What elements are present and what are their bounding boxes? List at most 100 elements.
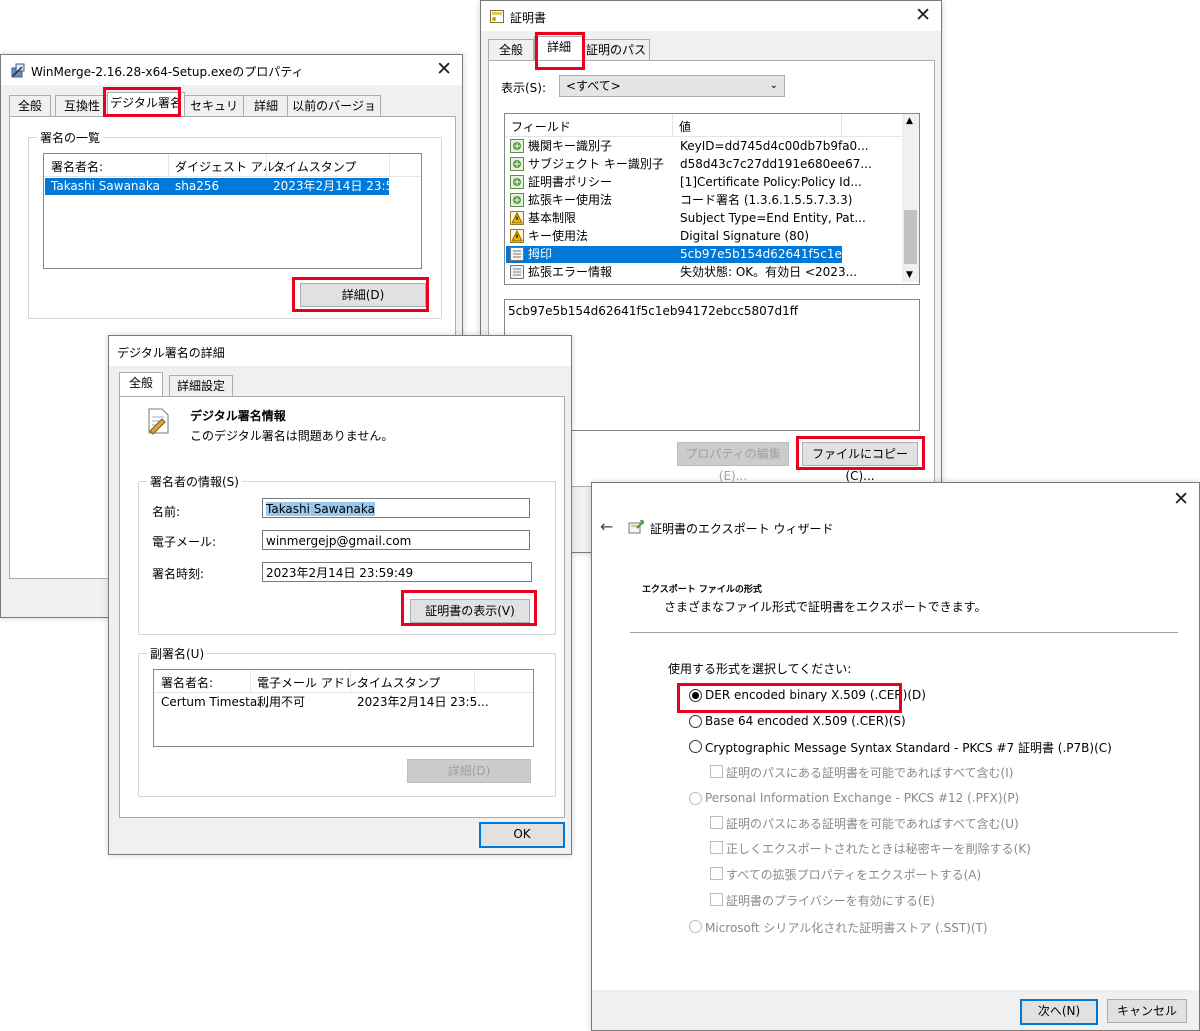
tab-advanced[interactable]: 詳細設定: [169, 375, 233, 396]
signature-details-panel: デジタル署名情報 このデジタル署名は問題ありません。 署名者の情報(S) 名前:…: [119, 396, 565, 818]
extension-icon: [510, 157, 524, 171]
show-select[interactable]: <すべて> ⌄: [559, 75, 785, 97]
col-digest[interactable]: ダイジェスト アル...: [175, 158, 286, 175]
value-detail-text: 5cb97e5b154d62641f5c1eb94172ebcc5807d1ff: [508, 304, 798, 318]
certificate-titlebar: 証明書 ✕: [481, 1, 941, 31]
countersignature-list[interactable]: 署名者名: 電子メール アドレ... タイムスタンプ Certum Timest…: [153, 669, 534, 747]
countersignature-header: 署名者名: 電子メール アドレ... タイムスタンプ: [154, 670, 533, 693]
view-certificate-button[interactable]: 証明書の表示(V): [410, 599, 530, 623]
col-signer[interactable]: 署名者名:: [161, 674, 213, 691]
field-value: Subject Type=End Entity, Pat...: [680, 211, 866, 225]
signature-details-titlebar: デジタル署名の詳細: [109, 336, 571, 366]
tab-details[interactable]: 詳細: [534, 36, 584, 60]
tab-compatibility[interactable]: 互換性: [55, 95, 109, 116]
scroll-down-icon[interactable]: ▼: [906, 270, 913, 280]
list-item-selected[interactable]: 拇印 5cb97e5b154d62641f5c1eb9...: [506, 246, 869, 263]
list-item[interactable]: キー使用法 Digital Signature (80): [506, 228, 900, 245]
extension-icon: [510, 139, 524, 153]
close-icon[interactable]: ✕: [915, 5, 931, 25]
countersignature-label: 副署名(U): [147, 645, 208, 662]
signature-list-label: 署名の一覧: [37, 129, 104, 146]
der-option-label[interactable]: DER encoded binary X.509 (.CER)(D): [705, 688, 926, 702]
tab-cert-path[interactable]: 証明のパス: [582, 39, 650, 60]
next-button[interactable]: 次へ(N): [1020, 999, 1098, 1025]
tab-digital-signature[interactable]: デジタル署名: [107, 92, 185, 116]
critical-extension-icon: [510, 211, 524, 225]
col-email[interactable]: 電子メール アドレ...: [257, 674, 368, 691]
p7b-include-chain-checkbox: [710, 765, 723, 778]
list-item[interactable]: サブジェクト キー識別子 d58d43c7c27dd191e680ee67...: [506, 156, 900, 173]
list-item[interactable]: 機関キー識別子 KeyID=dd745d4c00db7b9fa0...: [506, 138, 900, 155]
tab-general[interactable]: 全般: [488, 39, 534, 60]
countersignature-details-button: 詳細(D): [407, 759, 531, 783]
format-prompt: 使用する形式を選択してください:: [668, 662, 852, 676]
field-value: Digital Signature (80): [680, 229, 810, 243]
extension-icon: [510, 193, 524, 207]
scroll-up-icon[interactable]: ▲: [906, 116, 913, 126]
close-icon[interactable]: ✕: [1173, 489, 1189, 509]
p7b-option-label[interactable]: Cryptographic Message Syntax Standard - …: [705, 739, 1112, 756]
pfx-delete-key-checkbox: [710, 841, 723, 854]
tab-general[interactable]: 全般: [119, 372, 163, 396]
col-timestamp[interactable]: タイムスタンプ: [273, 158, 356, 175]
show-label: 表示(S):: [501, 81, 547, 95]
signature-info-heading: デジタル署名情報: [190, 409, 286, 423]
radio-base64[interactable]: [689, 715, 702, 728]
radio-pfx: [689, 792, 702, 805]
col-timestamp[interactable]: タイムスタンプ: [357, 674, 440, 691]
certificate-wizard-icon: [628, 520, 644, 534]
cell-digest: sha256: [175, 179, 220, 193]
radio-p7b[interactable]: [689, 740, 702, 753]
field-list-header: フィールド 値: [505, 114, 919, 137]
radio-der[interactable]: [689, 689, 702, 702]
tab-security[interactable]: セキュリティ: [183, 95, 245, 133]
property-icon: [510, 247, 524, 261]
copy-to-file-button[interactable]: ファイルにコピー(C)...: [802, 442, 918, 483]
ok-button[interactable]: OK: [479, 822, 565, 848]
scroll-thumb[interactable]: [904, 210, 917, 264]
extension-icon: [510, 175, 524, 189]
list-item[interactable]: 証明書ポリシー [1]Certificate Policy:Policy Id.…: [506, 174, 900, 191]
table-row[interactable]: Takashi Sawanaka sha256 2023年2月14日 23:5.…: [45, 178, 405, 195]
list-item[interactable]: 拡張エラー情報 失効状態: OK。有効日 <2023...: [506, 264, 900, 281]
wizard-divider: [630, 632, 1178, 633]
base64-option-label[interactable]: Base 64 encoded X.509 (.CER)(S): [705, 714, 906, 728]
list-header: 署名者名: ダイジェスト アル... タイムスタンプ: [44, 154, 421, 177]
signature-document-icon: [148, 408, 169, 435]
list-item[interactable]: 拡張キー使用法 コード署名 (1.3.6.1.5.5.7.3.3): [506, 192, 900, 209]
scrollbar[interactable]: ▲ ▼: [902, 114, 919, 282]
email-field[interactable]: winmergejp@gmail.com: [262, 530, 530, 550]
certificate-icon: [490, 10, 504, 23]
field-name: 基本制限: [528, 211, 577, 225]
col-value[interactable]: 値: [679, 118, 691, 135]
pfx-delete-key-label: 正しくエクスポートされたときは秘密キーを削除する(K): [726, 842, 1031, 856]
signature-details-tabs: 全般 詳細設定: [119, 372, 559, 397]
field-name: サブジェクト キー識別子: [528, 157, 664, 171]
tab-general[interactable]: 全般: [9, 95, 51, 116]
tab-previous-versions[interactable]: 以前のバージョン: [287, 95, 381, 133]
field-name: 拡張キー使用法: [528, 193, 613, 207]
tab-details[interactable]: 詳細: [243, 95, 289, 116]
wizard-title: 証明書のエクスポート ウィザード: [650, 522, 834, 536]
signing-time-field[interactable]: 2023年2月14日 23:59:49: [262, 562, 532, 582]
field-list[interactable]: フィールド 値 機関キー識別子 KeyID=dd745d4c00db7b9fa0…: [504, 113, 920, 285]
list-item[interactable]: 基本制限 Subject Type=End Entity, Pat...: [506, 210, 900, 227]
pfx-option-label: Personal Information Exchange - PKCS #12…: [705, 791, 1020, 805]
table-row[interactable]: Certum Timesta... 利用不可 2023年2月14日 23:5..…: [155, 694, 532, 711]
certificate-tabs: 全般 詳細 証明のパス: [488, 36, 928, 61]
col-signer[interactable]: 署名者名:: [51, 158, 103, 175]
details-button[interactable]: 詳細(D): [300, 283, 426, 307]
close-icon[interactable]: ✕: [436, 59, 452, 79]
radio-sst: [689, 920, 702, 933]
cell-timestamp: 2023年2月14日 23:5...: [357, 695, 489, 709]
col-field[interactable]: フィールド: [511, 118, 571, 135]
cell-signer: Certum Timesta...: [161, 695, 269, 709]
signature-list[interactable]: 署名者名: ダイジェスト アル... タイムスタンプ Takashi Sawan…: [43, 153, 422, 269]
name-field[interactable]: Takashi Sawanaka: [262, 498, 530, 518]
pfx-export-props-label: すべての拡張プロパティをエクスポートする(A): [726, 868, 982, 882]
cancel-button[interactable]: キャンセル: [1107, 999, 1187, 1023]
properties-title: WinMerge-2.16.28-x64-Setup.exeのプロパティ: [31, 65, 304, 79]
back-arrow-icon[interactable]: ←: [600, 517, 613, 536]
field-name: キー使用法: [528, 229, 589, 243]
field-value: コード署名 (1.3.6.1.5.5.7.3.3): [680, 193, 853, 207]
